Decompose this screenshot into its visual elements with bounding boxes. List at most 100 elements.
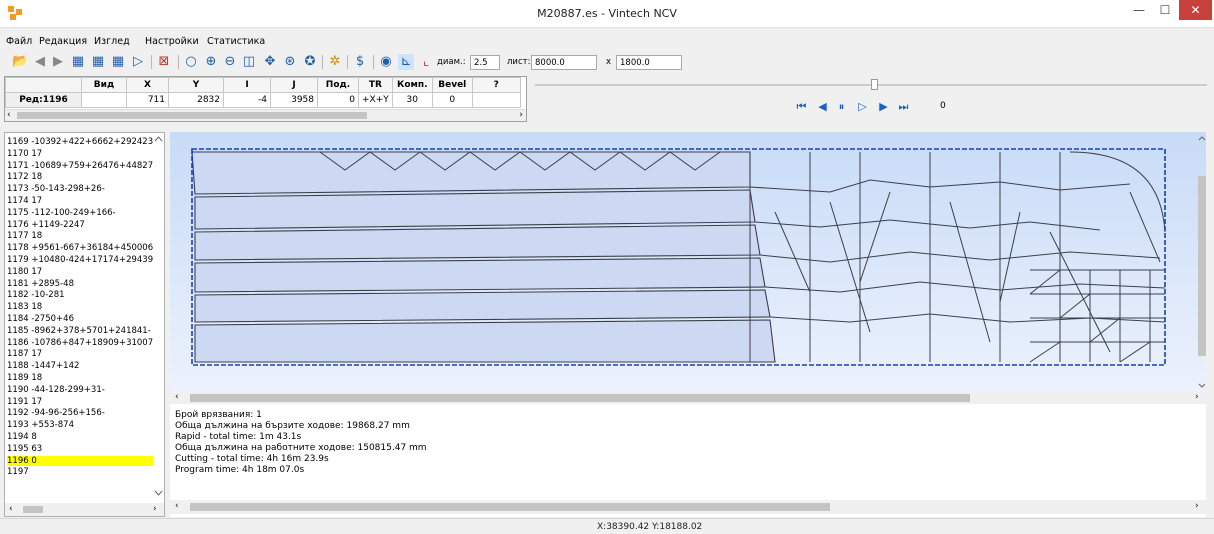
- run-icon[interactable]: ▷: [130, 54, 146, 70]
- sheet-height-input[interactable]: [616, 55, 682, 70]
- list-item[interactable]: 1185 -8962+378+5701+241841-: [7, 326, 153, 336]
- axes-icon[interactable]: ⊾: [398, 54, 414, 70]
- prev-frame-icon[interactable]: ◀: [816, 100, 829, 113]
- list-item[interactable]: 1182 -10-281: [7, 290, 153, 300]
- scroll-left-icon[interactable]: ‹: [9, 504, 13, 514]
- origin-icon[interactable]: ⌞: [418, 54, 434, 70]
- scroll-right-icon[interactable]: ›: [153, 504, 157, 514]
- sheet-width-input[interactable]: [531, 55, 597, 70]
- step-back-icon[interactable]: ◀: [32, 54, 48, 70]
- menu-view[interactable]: Изглед: [94, 36, 130, 47]
- grid-cell[interactable]: [471, 92, 521, 108]
- zoom-icon[interactable]: ○: [183, 54, 199, 70]
- cutting-canvas[interactable]: [170, 132, 1206, 392]
- step-forward-icon[interactable]: ▶: [50, 54, 66, 70]
- program-list[interactable]: 1169 -10392+422+6662+292423 1170 17 1171 -…: [4, 132, 165, 517]
- minimize-button[interactable]: —: [1126, 0, 1152, 20]
- view-icon[interactable]: ◉: [378, 54, 394, 70]
- canvas-v-scrollbar[interactable]: [1198, 134, 1206, 390]
- grid-cell[interactable]: 711: [126, 92, 169, 108]
- list-item[interactable]: 1179 +10480-424+17174+29439: [7, 255, 153, 265]
- close-button[interactable]: ✕: [1179, 0, 1212, 20]
- list-item[interactable]: 1170 17: [7, 149, 153, 159]
- list-item[interactable]: 1181 +2895-48: [7, 279, 153, 289]
- pause-icon[interactable]: ⏸: [835, 100, 848, 113]
- scroll-thumb[interactable]: [17, 112, 367, 119]
- grid-cell[interactable]: 0: [431, 92, 473, 108]
- scroll-right-icon[interactable]: ›: [1195, 501, 1199, 511]
- list-item[interactable]: 1187 17: [7, 349, 153, 359]
- list-item[interactable]: 1175 -112-100-249+166-: [7, 208, 153, 218]
- list-item[interactable]: 1191 17: [7, 397, 153, 407]
- last-frame-icon[interactable]: ⏭: [897, 100, 910, 113]
- list-item[interactable]: 1184 -2750+46: [7, 314, 153, 324]
- list-item[interactable]: 1190 -44-128-299+31-: [7, 385, 153, 395]
- zoom-in-icon[interactable]: ⊕: [203, 54, 219, 70]
- menu-statistics[interactable]: Статистика: [207, 36, 265, 47]
- grid-scrollbar[interactable]: ‹ ›: [5, 109, 526, 121]
- list-item[interactable]: 1189 18: [7, 373, 153, 383]
- grid-cell[interactable]: -4: [223, 92, 271, 108]
- zoom-out-icon[interactable]: ⊖: [222, 54, 238, 70]
- list-item[interactable]: 1169 -10392+422+6662+292423: [7, 137, 153, 147]
- grid-cell[interactable]: [81, 92, 127, 108]
- menu-settings[interactable]: Настройки: [145, 36, 199, 47]
- list-item[interactable]: 1174 17: [7, 196, 153, 206]
- zoom-prev-icon[interactable]: ✪: [302, 54, 318, 70]
- list-h-scrollbar[interactable]: ‹ ›: [5, 503, 164, 516]
- grid-cell[interactable]: 0: [317, 92, 359, 108]
- scroll-right-icon[interactable]: ›: [1195, 392, 1199, 402]
- scroll-thumb[interactable]: [190, 394, 970, 402]
- list-item[interactable]: 1173 -50-143-298+26-: [7, 184, 153, 194]
- settings-icon[interactable]: ✲: [327, 54, 343, 70]
- pan-icon[interactable]: ✥: [262, 54, 278, 70]
- grid-cell[interactable]: 2832: [168, 92, 224, 108]
- next-frame-icon[interactable]: ▶: [877, 100, 890, 113]
- scroll-thumb[interactable]: [23, 506, 43, 513]
- play-icon[interactable]: ▷: [856, 100, 869, 113]
- list-item[interactable]: 1188 -1447+142: [7, 361, 153, 371]
- zoom-fit-icon[interactable]: ◫: [241, 54, 257, 70]
- list-scrollbar[interactable]: [153, 135, 164, 497]
- list-item[interactable]: 1180 17: [7, 267, 153, 277]
- scroll-left-icon[interactable]: ‹: [175, 501, 179, 511]
- list-item[interactable]: 1196 0: [7, 455, 153, 466]
- open-icon[interactable]: 📂: [12, 54, 28, 70]
- list-item[interactable]: 1193 +553-874: [7, 420, 153, 430]
- list-item[interactable]: 1194 8: [7, 432, 153, 442]
- grid-cell[interactable]: 3958: [270, 92, 318, 108]
- grid-cell[interactable]: +X+Y: [358, 92, 393, 108]
- first-frame-icon[interactable]: ⏮: [795, 100, 808, 113]
- list-item[interactable]: 1177 18: [7, 231, 153, 241]
- scroll-left-icon[interactable]: ‹: [175, 392, 179, 402]
- list-item[interactable]: 1176 +1149-2247: [7, 220, 153, 230]
- table-row[interactable]: Ред:1196 711 2832 -4 3958 0 +X+Y 30 0: [5, 92, 521, 108]
- list-item[interactable]: 1172 18: [7, 172, 153, 182]
- cutting-layout-drawing[interactable]: [170, 132, 1206, 392]
- diameter-input[interactable]: [470, 55, 500, 70]
- maximize-button[interactable]: ☐: [1152, 0, 1178, 20]
- list-item[interactable]: 1171 -10689+759+26476+44827: [7, 161, 153, 171]
- zoom-window-icon[interactable]: ⊛: [282, 54, 298, 70]
- canvas-h-scrollbar[interactable]: ‹ ›: [170, 392, 1206, 404]
- cost-icon[interactable]: $: [352, 54, 368, 70]
- scroll-left-icon[interactable]: ‹: [7, 110, 11, 120]
- playback-slider-thumb[interactable]: [871, 79, 878, 90]
- row-header[interactable]: Ред:1196: [5, 92, 82, 108]
- list-item[interactable]: 1195 63: [7, 444, 153, 454]
- list-item[interactable]: 1186 -10786+847+18909+31007: [7, 338, 153, 348]
- menu-file[interactable]: Файл: [6, 36, 32, 47]
- save-all-icon[interactable]: ▦: [110, 54, 126, 70]
- list-item[interactable]: 1183 18: [7, 302, 153, 312]
- scroll-thumb[interactable]: [190, 503, 830, 511]
- grid-cell[interactable]: 30: [391, 92, 433, 108]
- list-item[interactable]: 1178 +9561-667+36184+450006: [7, 243, 153, 253]
- save-icon[interactable]: ▦: [70, 54, 86, 70]
- save-as-icon[interactable]: ▦: [90, 54, 106, 70]
- inspect-icon[interactable]: ⊠: [156, 54, 172, 70]
- list-item[interactable]: 1192 -94-96-256+156-: [7, 408, 153, 418]
- info-h-scrollbar[interactable]: ‹ ›: [170, 500, 1206, 514]
- scroll-right-icon[interactable]: ›: [519, 110, 523, 120]
- list-item[interactable]: 1197: [7, 467, 153, 477]
- menu-edit[interactable]: Редакция: [39, 36, 87, 47]
